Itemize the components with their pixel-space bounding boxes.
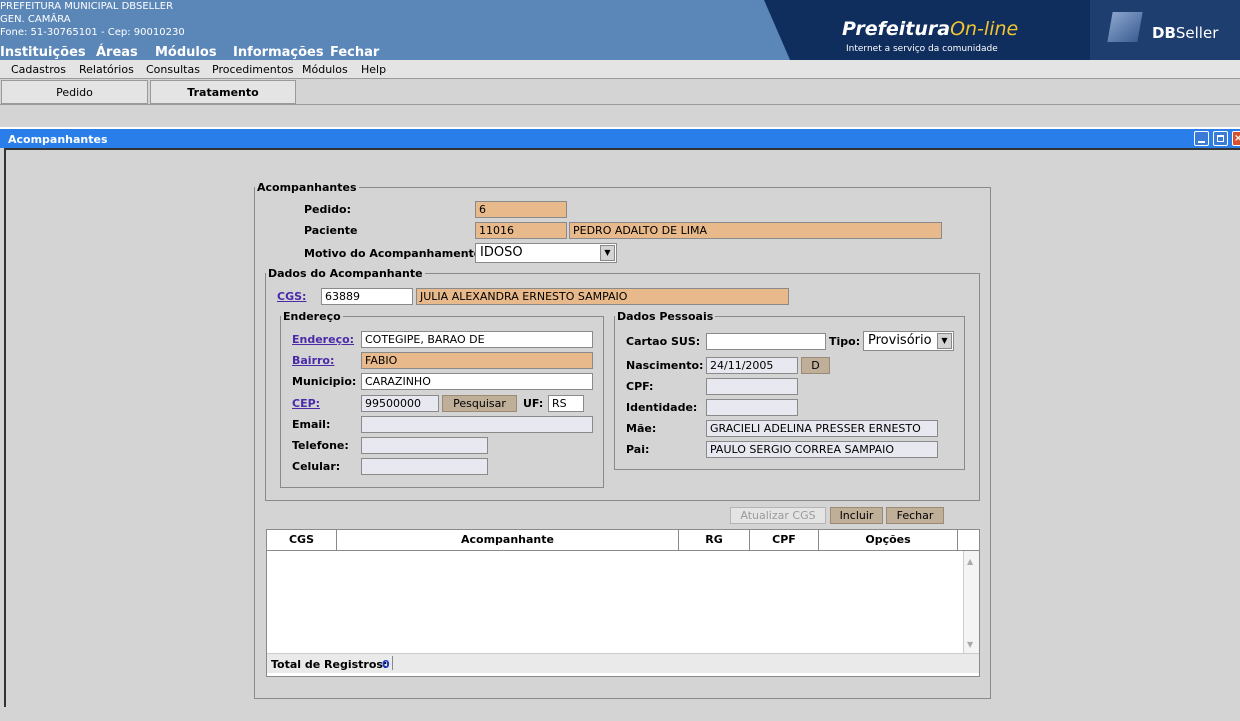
dados-acompanhante-legend: Dados do Acompanhante [268,267,423,280]
menubar: Cadastros Relatórios Consultas Procedime… [0,60,1240,79]
motivo-value: IDOSO [480,245,523,260]
tipo-label: Tipo: [829,335,861,348]
cep-input[interactable]: 99500000 [361,395,439,412]
chevron-down-icon[interactable]: ▼ [600,245,615,261]
endereco-input[interactable]: COTEGIPE, BARAO DE [361,331,593,348]
table-footer: Total de Registros: 0 [267,653,979,673]
tab-pedido[interactable]: Pedido [1,80,148,104]
paciente-code-field: 11016 [475,222,567,239]
paciente-name-field: PEDRO ADALTO DE LIMA [569,222,942,239]
brand-online: On-line [950,18,1019,40]
chevron-down-icon[interactable]: ▼ [937,333,952,349]
scroll-up-icon[interactable]: ▲ [967,557,973,566]
total-registros-value: 0 [382,658,390,671]
close-icon[interactable]: × [1232,131,1240,146]
cartao-sus-label: Cartao SUS: [626,335,701,348]
pesquisar-button[interactable]: Pesquisar [442,395,517,412]
dept-name: GEN. CAMÂRA [0,14,71,25]
tab-tratamento[interactable]: Tratamento [150,80,296,104]
table-scrollbar[interactable]: ▲ ▼ [963,551,979,653]
top-menu-fechar[interactable]: Fechar [330,45,379,60]
cgs-name-field: JULIA ALEXANDRA ERNESTO SAMPAIO [416,288,789,305]
scroll-down-icon[interactable]: ▼ [967,640,973,649]
bairro-link[interactable]: Bairro: [292,354,334,367]
telefone-label: Telefone: [292,439,349,452]
dbseller-db: DB [1152,24,1176,42]
cgs-link[interactable]: CGS: [277,290,306,303]
footer-divider [392,656,393,670]
email-label: Email: [292,418,331,431]
maximize-icon[interactable] [1213,131,1228,146]
table-header: CGS Acompanhante RG CPF Opções [267,530,979,551]
tipo-value: Provisório [868,333,932,348]
top-menu-informacoes[interactable]: Informações [233,45,324,60]
tipo-select[interactable]: Provisório ▼ [863,331,954,351]
prefeitura-online-logo: PrefeituraOn-line Internet a serviço da … [764,0,1090,60]
brand-prefeitura: Prefeitura [842,18,951,40]
motivo-select[interactable]: IDOSO ▼ [475,243,617,263]
cpf-input[interactable] [706,378,798,395]
pedido-label: Pedido: [304,203,351,216]
cartao-sus-input[interactable] [706,333,826,350]
cep-link[interactable]: CEP: [292,397,320,410]
date-picker-button[interactable]: D [801,357,830,374]
uf-input[interactable]: RS [548,395,584,412]
header-info: PREFEITURA MUNICIPAL DBSELLER GEN. CAMÂR… [0,0,185,39]
menu-cadastros[interactable]: Cadastros [11,63,66,76]
celular-input[interactable] [361,458,488,475]
cgs-input[interactable]: 63889 [321,288,413,305]
total-registros-label: Total de Registros: [271,658,388,671]
email-input[interactable] [361,416,593,433]
menu-procedimentos[interactable]: Procedimentos [212,63,294,76]
acompanhantes-table: CGS Acompanhante RG CPF Opções ▲ ▼ Total… [266,529,980,677]
dbseller-logo-icon [1107,12,1143,42]
pai-input[interactable]: PAULO SERGIO CORREA SAMPAIO [706,441,938,458]
column-header-rg[interactable]: RG [679,530,750,550]
identidade-input[interactable] [706,399,798,416]
nascimento-input[interactable]: 24/11/2005 [706,357,798,374]
brand-tagline: Internet a serviço da comunidade [846,44,998,54]
org-name: PREFEITURA MUNICIPAL DBSELLER [0,1,174,12]
menu-consultas[interactable]: Consultas [146,63,200,76]
paciente-label: Paciente [304,224,358,237]
mae-label: Mãe: [626,422,657,435]
menu-relatorios[interactable]: Relatórios [79,63,134,76]
top-menu-instituicoes[interactable]: Instituições [0,45,86,60]
acompanhantes-legend: Acompanhantes [257,181,357,194]
bairro-field: FABIO [361,352,593,369]
column-header-opcoes[interactable]: Opções [819,530,958,550]
top-menu-areas[interactable]: Áreas [96,45,138,60]
endereco-legend: Endereço [283,310,341,323]
menu-modulos[interactable]: Módulos [302,63,348,76]
nascimento-label: Nascimento: [626,359,704,372]
dados-pessoais-legend: Dados Pessoais [617,310,714,323]
window-title-bar: Acompanhantes × [0,127,1240,148]
celular-label: Celular: [292,460,341,473]
telefone-input[interactable] [361,437,488,454]
dbseller-logo: DBSeller [1090,0,1240,60]
tab-divider [0,104,1240,105]
window-title: Acompanhantes [8,133,108,146]
contact-info: Fone: 51-30765101 - Cep: 90010230 [0,27,185,38]
minimize-icon[interactable] [1194,131,1209,146]
cpf-label: CPF: [626,380,654,393]
column-header-cgs[interactable]: CGS [267,530,337,550]
municipio-label: Municipio: [292,375,357,388]
dbseller-seller: Seller [1175,24,1219,42]
incluir-button[interactable]: Incluir [830,507,883,524]
column-header-acompanhante[interactable]: Acompanhante [337,530,679,550]
endereco-link[interactable]: Endereço: [292,333,354,346]
mae-input[interactable]: GRACIELI ADELINA PRESSER ERNESTO [706,420,938,437]
uf-label: UF: [523,397,544,410]
column-header-cpf[interactable]: CPF [750,530,819,550]
top-menu-modulos[interactable]: Módulos [155,45,217,60]
atualizar-cgs-button[interactable]: Atualizar CGS [730,507,826,524]
fechar-button[interactable]: Fechar [886,507,944,524]
pai-label: Pai: [626,443,650,456]
motivo-label: Motivo do Acompanhamento: [304,247,486,260]
identidade-label: Identidade: [626,401,698,414]
menu-help[interactable]: Help [361,63,386,76]
municipio-input[interactable]: CARAZINHO [361,373,593,390]
pedido-field: 6 [475,201,567,218]
